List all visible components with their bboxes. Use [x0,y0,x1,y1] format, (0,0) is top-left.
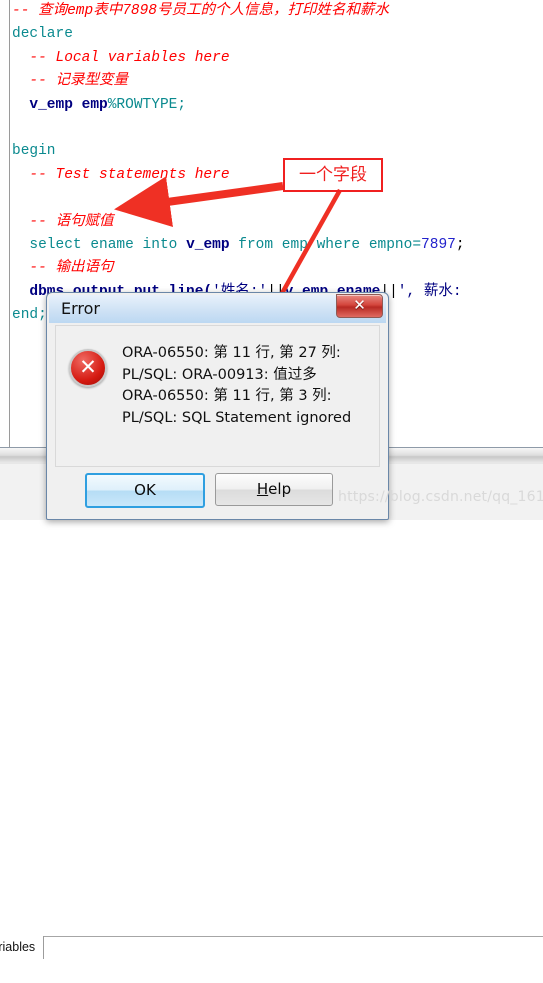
code-token: -- 输出语句 [29,260,114,277]
code-token: where [316,236,361,253]
help-button-rest: elp [268,480,292,498]
error-cross-icon: ✕ [69,349,107,387]
watermark: https://blog.csdn.net/qq_16183731 [338,489,543,505]
error-message: ORA-06550: 第 11 行, 第 27 列: PL/SQL: ORA-00… [122,343,372,429]
close-icon-glyph: ✕ [353,297,366,314]
error-message-line: ORA-06550: 第 11 行, 第 27 列: [122,345,341,361]
code-token: -- 语句赋值 [29,213,114,230]
code-token: begin [12,143,56,160]
annotation-box: 一个字段 [283,158,383,192]
dialog-title: Error [61,299,100,318]
code-line: -- 输出语句 [12,257,543,280]
code-token: 7897 [421,236,456,253]
code-line: -- Test statements here [12,164,543,187]
code-token: from [238,236,274,253]
help-button[interactable]: Help [215,473,333,506]
code-line: declare [12,23,543,46]
error-message-line: PL/SQL: SQL Statement ignored [122,409,352,426]
code-token: emp [81,96,108,113]
ok-button[interactable]: OK [85,473,205,508]
code-token: select [29,236,82,253]
editor-gutter [0,0,10,447]
dialog-titlebar[interactable]: Error ✕ [49,294,386,323]
code-token: -- Test statements here [29,166,230,183]
code-text-area[interactable]: -- 查询emp表中7898号员工的个人信息，打印姓名和薪水 declare --… [12,0,543,327]
code-line: -- 查询emp表中7898号员工的个人信息，打印姓名和薪水 [12,0,543,23]
code-line: select ename into v_emp from emp where e… [12,234,543,257]
error-message-line: ORA-06550: 第 11 行, 第 3 列: [122,388,332,404]
code-line: -- Local variables here [12,47,543,70]
annotation-box-label: 一个字段 [299,165,367,185]
code-token: v_emp [29,96,82,113]
code-token: ', 薪水: [397,283,462,300]
code-token: end; [12,307,47,324]
code-token: emp [273,236,317,253]
bottom-panel-body [0,960,543,983]
code-line: -- 记录型变量 [12,70,543,93]
error-dialog: Error ✕ ✕ ORA-06550: 第 11 行, 第 27 列: PL/S… [46,292,389,520]
code-line: -- 语句赋值 [12,211,543,234]
code-token: v_emp [186,236,230,253]
code-token: ; [455,236,465,253]
error-message-line: PL/SQL: ORA-00913: 值过多 [122,366,317,383]
tab-variables[interactable]: Variables [0,936,45,959]
code-line: v_emp emp%ROWTYPE; [12,94,543,117]
error-cross-icon-glyph: ✕ [79,356,97,379]
code-token: into [142,236,178,253]
code-line: begin [12,140,543,163]
code-token: -- 记录型变量 [29,73,129,90]
bottom-panel-tabstrip [0,936,543,962]
code-token: -- 查询emp表中7898号员工的个人信息，打印姓名和薪水 [12,3,390,19]
dialog-button-row: OK Help [47,469,388,513]
help-button-mnemonic: H [256,480,269,498]
code-token: %ROWTYPE; [107,96,187,113]
code-token: declare [12,26,73,43]
code-token: -- Local variables here [29,49,230,66]
code-token: empno= [360,236,422,253]
close-icon[interactable]: ✕ [336,294,383,318]
code-token: ename [81,236,143,253]
